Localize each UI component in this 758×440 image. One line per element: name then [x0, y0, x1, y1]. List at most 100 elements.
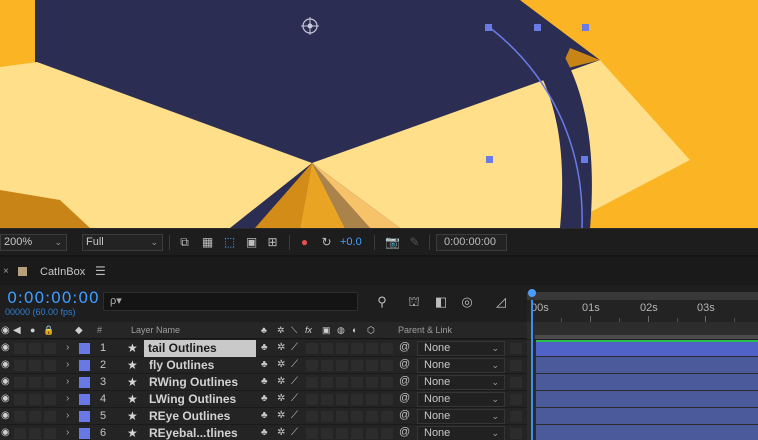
work-area-bar[interactable] [535, 335, 758, 339]
close-icon[interactable]: × [3, 266, 9, 277]
reset-exposure-icon[interactable]: ↻ [319, 235, 334, 250]
quality-switch-icon[interactable]: ⟋ [291, 427, 298, 438]
mask-visibility-icon[interactable]: ⬚ [222, 235, 237, 250]
shy-switch-icon[interactable]: ♣ [261, 410, 268, 421]
switch-cell[interactable] [336, 411, 348, 422]
shy-switch-icon[interactable]: ♣ [261, 427, 268, 438]
collapse-switch-icon[interactable]: ✲ [277, 410, 285, 421]
pick-whip-icon[interactable]: @ [399, 426, 410, 438]
switch-cell[interactable] [14, 343, 26, 354]
channel-rgb-icon[interactable]: ● [297, 235, 312, 250]
switch-cell[interactable] [321, 428, 333, 439]
draft-3d-icon[interactable]: ⛫ [405, 293, 423, 311]
collapse-switch-icon[interactable]: ✲ [277, 427, 285, 438]
layer-duration-bar[interactable] [536, 408, 758, 424]
eye-icon[interactable]: ◉ [1, 359, 10, 370]
lock-icon[interactable]: 🔒 [43, 325, 54, 336]
time-ruler[interactable]: 00s 01s 02s 03s [527, 292, 758, 322]
switch-cell[interactable] [510, 377, 522, 388]
expand-caret-icon[interactable]: › [66, 427, 69, 438]
layer-name[interactable]: tail Outlines [144, 340, 256, 357]
switch-cell[interactable] [366, 343, 378, 354]
layer-name[interactable]: RWing Outlines [146, 374, 241, 391]
label-color-swatch[interactable] [79, 377, 90, 388]
switch-cell[interactable] [29, 360, 41, 371]
playhead-line[interactable] [531, 300, 533, 440]
playhead-handle[interactable] [528, 289, 536, 297]
composition-flowchart-icon[interactable]: ⚲ [373, 293, 391, 311]
shy-switch-icon[interactable]: ♣ [261, 342, 268, 353]
parent-dropdown[interactable]: None ⌄ [417, 358, 505, 373]
layer-duration-bar[interactable] [536, 391, 758, 407]
switch-cell[interactable] [366, 394, 378, 405]
switch-cell[interactable] [44, 377, 56, 388]
switch-cell[interactable] [14, 411, 26, 422]
switch-cell[interactable] [510, 411, 522, 422]
parent-dropdown[interactable]: None ⌄ [417, 426, 505, 440]
label-color-swatch[interactable] [79, 394, 90, 405]
graph-editor-icon[interactable]: ◿ [492, 293, 510, 311]
switch-cell[interactable] [336, 428, 348, 439]
switch-cell[interactable] [351, 360, 363, 371]
switch-cell[interactable] [366, 411, 378, 422]
column-parent-link[interactable]: Parent & Link [398, 325, 452, 335]
expand-caret-icon[interactable]: › [66, 359, 69, 370]
shy-switch-icon[interactable]: ♣ [261, 359, 268, 370]
expand-caret-icon[interactable]: › [66, 393, 69, 404]
grid-guides-icon[interactable]: ⊞ [265, 235, 280, 250]
quality-switch-icon[interactable]: ⟋ [291, 393, 298, 404]
switch-cell[interactable] [29, 394, 41, 405]
panel-menu-icon[interactable]: ☰ [95, 264, 106, 278]
layer-name[interactable]: REyebal...tlines [146, 425, 241, 440]
eye-icon[interactable]: ◉ [1, 393, 10, 404]
comp-tab-name[interactable]: CatInBox [40, 266, 85, 278]
parent-dropdown[interactable]: None ⌄ [417, 341, 505, 356]
audio-toggle-icon[interactable]: ◀ [13, 325, 21, 336]
path-tangent-handle[interactable] [581, 156, 588, 163]
switch-cell[interactable] [306, 377, 318, 388]
switch-cell[interactable] [510, 343, 522, 354]
switch-cell[interactable] [381, 394, 393, 405]
switch-cell[interactable] [44, 428, 56, 439]
column-layer-name[interactable]: Layer Name [131, 325, 180, 335]
video-toggle-icon[interactable]: ◉ [1, 325, 10, 336]
show-snapshot-icon[interactable]: ✎ [407, 235, 422, 250]
switch-cell[interactable] [321, 411, 333, 422]
expand-caret-icon[interactable]: › [66, 376, 69, 387]
switch-cell[interactable] [381, 411, 393, 422]
switch-cell[interactable] [29, 411, 41, 422]
quality-switch-icon[interactable]: ⟋ [291, 342, 298, 353]
quality-switch-icon[interactable]: ⟋ [291, 376, 298, 387]
switch-cell[interactable] [14, 360, 26, 371]
time-navigator[interactable] [527, 292, 758, 300]
expand-caret-icon[interactable]: › [66, 342, 69, 353]
layer-search-input[interactable]: ρ▾ [103, 292, 358, 311]
parent-dropdown[interactable]: None ⌄ [417, 409, 505, 424]
pick-whip-icon[interactable]: @ [399, 375, 410, 387]
switch-cell[interactable] [14, 394, 26, 405]
pick-whip-icon[interactable]: @ [399, 392, 410, 404]
zoom-dropdown[interactable]: 200% ⌄ [0, 234, 67, 251]
timecode-display[interactable]: 0:00:00:00 [7, 288, 99, 307]
switch-cell[interactable] [381, 377, 393, 388]
path-vertex-handle[interactable] [485, 24, 492, 31]
switch-cell[interactable] [510, 394, 522, 405]
layer-name[interactable]: REye Outlines [146, 408, 233, 425]
pick-whip-icon[interactable]: @ [399, 358, 410, 370]
current-time-field[interactable]: 0:00:00:00 [436, 234, 507, 251]
switch-cell[interactable] [336, 394, 348, 405]
switch-cell[interactable] [29, 343, 41, 354]
switch-cell[interactable] [510, 428, 522, 439]
shy-switch-icon[interactable]: ♣ [261, 393, 268, 404]
collapse-switch-icon[interactable]: ✲ [277, 359, 285, 370]
fast-preview-icon[interactable]: ⧉ [177, 235, 192, 250]
layer-row[interactable]: ◉ › 3 ★ RWing Outlines ♣ ✲ ⟋ @ None ⌄ [0, 374, 527, 391]
transparency-grid-icon[interactable]: ▦ [200, 235, 215, 250]
layer-duration-bar[interactable] [536, 357, 758, 373]
layer-duration-bar[interactable] [536, 374, 758, 390]
parent-dropdown[interactable]: None ⌄ [417, 375, 505, 390]
switch-cell[interactable] [366, 360, 378, 371]
parent-dropdown[interactable]: None ⌄ [417, 392, 505, 407]
switch-cell[interactable] [351, 343, 363, 354]
resolution-dropdown[interactable]: Full ⌄ [82, 234, 163, 251]
